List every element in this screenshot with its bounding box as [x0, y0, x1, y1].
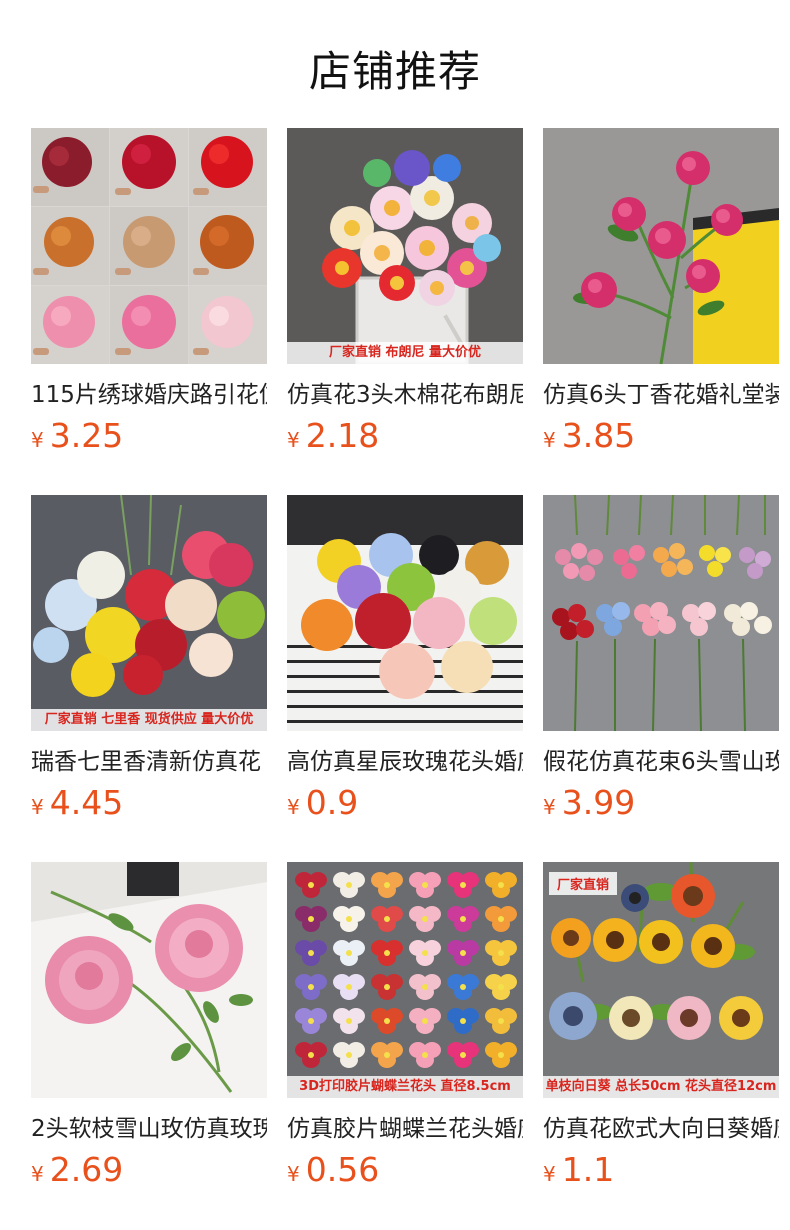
factory-direct-tag: 厂家直销 [549, 872, 618, 895]
product-image[interactable] [543, 128, 779, 364]
product-price: ¥1.1 [543, 1150, 779, 1196]
product-image[interactable] [543, 495, 779, 731]
product-name[interactable]: 高仿真星辰玫瑰花头婚庆 [287, 747, 523, 777]
product-promo-banner: 3D打印胶片蝴蝶兰花头 直径8.5cm [287, 1076, 523, 1098]
price-value: 2.18 [305, 416, 380, 455]
product-price: ¥2.18 [287, 416, 523, 462]
price-value: 0.56 [305, 1150, 380, 1189]
product-name[interactable]: 仿真6头丁香花婚礼堂装饰 [543, 380, 779, 410]
product-price: ¥4.45 [31, 783, 267, 829]
product-card[interactable]: 仿真6头丁香花婚礼堂装饰 ¥3.85 [543, 128, 779, 495]
product-price: ¥3.25 [31, 416, 267, 462]
product-image[interactable]: 3D打印胶片蝴蝶兰花头 直径8.5cm [287, 862, 523, 1098]
product-card[interactable]: 假花仿真花束6头雪山玫瑰 ¥3.99 [543, 495, 779, 862]
product-price: ¥0.56 [287, 1150, 523, 1196]
currency-symbol: ¥ [543, 1162, 556, 1186]
product-card[interactable]: 3D打印胶片蝴蝶兰花头 直径8.5cm 仿真胶片蝴蝶兰花头婚庆 ¥0.56 [287, 862, 523, 1229]
product-grid: 115片绣球婚庆路引花仿真花 ¥3.25 [31, 128, 790, 1229]
price-value: 1.1 [561, 1150, 615, 1189]
currency-symbol: ¥ [287, 1162, 300, 1186]
product-name[interactable]: 假花仿真花束6头雪山玫瑰 [543, 747, 779, 777]
page-title: 店铺推荐 [308, 47, 481, 96]
product-card[interactable]: 厂家直销 布朗尼 量大价优 仿真花3头木棉花布朗尼仿真花 ¥2.18 [287, 128, 523, 495]
price-value: 3.25 [49, 416, 124, 455]
product-price: ¥3.99 [543, 783, 779, 829]
product-name[interactable]: 仿真花3头木棉花布朗尼仿真花 [287, 380, 523, 410]
currency-symbol: ¥ [543, 428, 556, 452]
recommendation-page: 店铺推荐 115片绣球婚庆路引花 ¥ 3.25 厂家直销 布朗尼 量大价优 仿真… [0, 0, 790, 1230]
currency-symbol: ¥ [31, 428, 44, 452]
price-value: 2.69 [49, 1150, 124, 1189]
currency-symbol: ¥ [287, 795, 300, 819]
product-price: ¥2.69 [31, 1150, 267, 1196]
product-name[interactable]: 仿真花欧式大向日葵婚庆 [543, 1114, 779, 1144]
product-price: ¥0.9 [287, 783, 523, 829]
product-card[interactable]: 2头软枝雪山玫仿真玫瑰花 ¥2.69 [31, 862, 267, 1229]
currency-symbol: ¥ [543, 795, 556, 819]
product-card[interactable]: 厂家直销 七里香 现货供应 量大价优 瑞香七里香清新仿真花 ¥4.45 [31, 495, 267, 862]
product-image[interactable]: 厂家直销 布朗尼 量大价优 [287, 128, 523, 364]
price-value: 0.9 [305, 783, 359, 822]
product-name[interactable]: 瑞香七里香清新仿真花 [31, 747, 267, 777]
product-image[interactable]: 厂家直销 单枝向日葵 总长50cm 花头直径12cm [543, 862, 779, 1098]
product-price: ¥3.85 [543, 416, 779, 462]
product-promo-banner: 单枝向日葵 总长50cm 花头直径12cm [543, 1076, 779, 1098]
product-name[interactable]: 115片绣球婚庆路引花仿真花 [31, 380, 267, 410]
product-name[interactable]: 仿真胶片蝴蝶兰花头婚庆 [287, 1114, 523, 1144]
product-card[interactable]: 115片绣球婚庆路引花仿真花 ¥3.25 [31, 128, 267, 495]
currency-symbol: ¥ [287, 428, 300, 452]
product-name[interactable]: 2头软枝雪山玫仿真玫瑰花 [31, 1114, 267, 1144]
product-card[interactable]: 高仿真星辰玫瑰花头婚庆 ¥0.9 [287, 495, 523, 862]
product-image[interactable] [31, 128, 267, 364]
product-promo-banner: 厂家直销 七里香 现货供应 量大价优 [31, 709, 267, 731]
product-promo-banner: 厂家直销 布朗尼 量大价优 [287, 342, 523, 364]
product-image[interactable]: 厂家直销 七里香 现货供应 量大价优 [31, 495, 267, 731]
product-image[interactable] [287, 495, 523, 731]
price-value: 3.99 [561, 783, 636, 822]
currency-symbol: ¥ [31, 795, 44, 819]
product-card[interactable]: 厂家直销 单枝向日葵 总长50cm 花头直径12cm 仿真花欧式大向日葵婚庆 ¥… [543, 862, 779, 1229]
price-value: 4.45 [49, 783, 124, 822]
price-value: 3.85 [561, 416, 636, 455]
product-image[interactable] [31, 862, 267, 1098]
currency-symbol: ¥ [31, 1162, 44, 1186]
